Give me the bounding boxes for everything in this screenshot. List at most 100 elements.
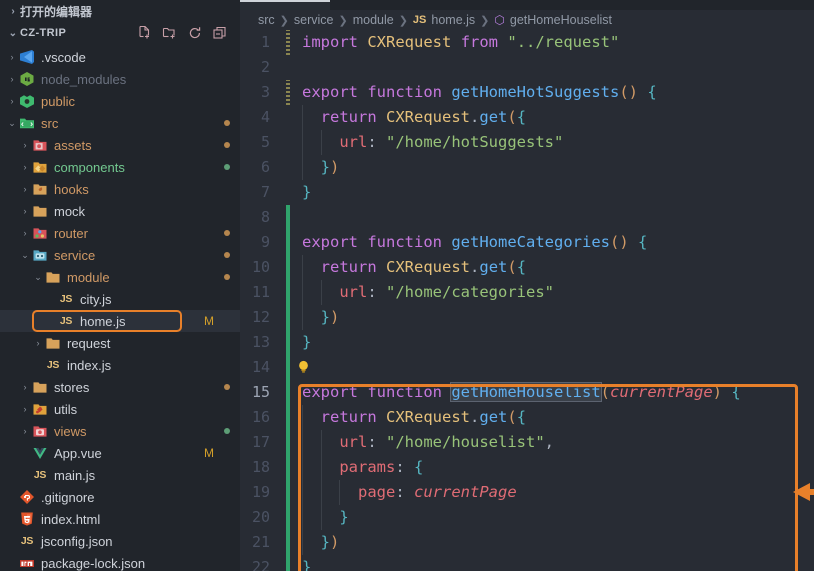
chevron-right-icon[interactable]: ›: [32, 332, 44, 354]
chevron-right-icon[interactable]: ›: [6, 90, 18, 112]
line-number: 6: [260, 158, 270, 176]
chevron-right-icon[interactable]: ›: [6, 68, 18, 90]
line-number: 8: [260, 208, 270, 226]
new-file-icon[interactable]: [137, 25, 153, 41]
code-editor[interactable]: 1 import CXRequest from "../request" 2 3 exp…: [240, 30, 814, 571]
tree-item-utils[interactable]: › utils: [0, 398, 240, 420]
line-number: 17: [251, 433, 270, 451]
collapse-all-icon[interactable]: [212, 25, 228, 41]
tree-item-label: index.html: [41, 511, 101, 527]
tree-item-index-html[interactable]: index.html: [0, 508, 240, 530]
chevron-right-icon[interactable]: ›: [6, 46, 18, 68]
chevron-right-icon[interactable]: ›: [19, 156, 31, 178]
tree-item-label: hooks: [54, 181, 89, 197]
code-line[interactable]: 22}: [240, 555, 814, 571]
chevron-down-icon[interactable]: ⌄: [19, 244, 31, 266]
line-number: 5: [260, 133, 270, 151]
tree-item-jsconfig-json[interactable]: JS jsconfig.json: [0, 530, 240, 552]
chevron-right-icon[interactable]: ›: [19, 178, 31, 200]
chevron-right-icon[interactable]: ›: [19, 376, 31, 398]
tree-item--vscode[interactable]: › .vscode: [0, 46, 240, 68]
code-line[interactable]: 12 }): [240, 305, 814, 330]
code-line[interactable]: 18 params: {: [240, 455, 814, 480]
code-line[interactable]: 17 url: "/home/houselist",: [240, 430, 814, 455]
chevron-right-icon[interactable]: ›: [6, 6, 20, 17]
code-line[interactable]: 1 import CXRequest from "../request": [240, 30, 814, 55]
code-text: return CXRequest.get({: [296, 255, 814, 280]
code-line[interactable]: 2: [240, 55, 814, 80]
code-line[interactable]: 7}: [240, 180, 814, 205]
breadcrumb-item[interactable]: service: [294, 13, 334, 27]
breadcrumb-separator-icon: ❯: [338, 14, 348, 27]
tree-item-index-js[interactable]: JS index.js: [0, 354, 240, 376]
lightbulb-quickfix-icon[interactable]: [297, 359, 310, 376]
html-file-icon: [18, 511, 36, 527]
chevron-right-icon[interactable]: ›: [19, 134, 31, 156]
code-line[interactable]: 16 return CXRequest.get({: [240, 405, 814, 430]
code-line[interactable]: 8: [240, 205, 814, 230]
code-text: }: [302, 333, 312, 351]
breadcrumb-item[interactable]: module: [353, 13, 394, 27]
vue-file-icon: [31, 445, 49, 461]
tree-item-package-lock-json[interactable]: package-lock.json: [0, 552, 240, 571]
code-line[interactable]: 13}: [240, 330, 814, 355]
chevron-down-icon[interactable]: ⌄: [32, 266, 44, 288]
project-root-section[interactable]: ⌄ CZ-TRIP: [0, 22, 240, 44]
tree-item-module[interactable]: ⌄ module: [0, 266, 240, 288]
chevron-right-icon[interactable]: ›: [19, 398, 31, 420]
tree-item-app-vue[interactable]: App.vue M: [0, 442, 240, 464]
tree-item-stores[interactable]: › stores: [0, 376, 240, 398]
line-number: 2: [260, 58, 270, 76]
chevron-down-icon[interactable]: ⌄: [6, 28, 20, 39]
code-line[interactable]: 5 url: "/home/hotSuggests": [240, 130, 814, 155]
tree-item-public[interactable]: › public: [0, 90, 240, 112]
tree-item-main-js[interactable]: JS main.js: [0, 464, 240, 486]
chevron-down-icon[interactable]: ⌄: [6, 112, 18, 134]
tree-item-components[interactable]: › components: [0, 156, 240, 178]
tree-item-assets[interactable]: › assets: [0, 134, 240, 156]
new-folder-icon[interactable]: [162, 25, 178, 41]
tree-item-router[interactable]: › router: [0, 222, 240, 244]
code-text: return CXRequest.get({: [296, 105, 814, 130]
code-line[interactable]: 3 export function getHomeHotSuggests() {: [240, 80, 814, 105]
tree-item-src[interactable]: ⌄ src: [0, 112, 240, 134]
code-text: url: "/home/hotSuggests": [296, 130, 814, 155]
npm-file-icon: [18, 555, 36, 571]
breadcrumb-item[interactable]: home.js: [431, 13, 475, 27]
gutter-modified-marker: [282, 80, 296, 105]
code-line[interactable]: 4 return CXRequest.get({: [240, 105, 814, 130]
breadcrumb-item[interactable]: src: [258, 13, 275, 27]
code-line[interactable]: 14: [240, 355, 814, 380]
tree-item-mock[interactable]: › mock: [0, 200, 240, 222]
line-number: 4: [260, 108, 270, 126]
gutter-added-marker: [282, 230, 296, 255]
tree-item-home-js[interactable]: JS home.js M: [0, 310, 240, 332]
chevron-right-icon[interactable]: ›: [19, 222, 31, 244]
code-line[interactable]: 21 }): [240, 530, 814, 555]
code-line[interactable]: 15 export function getHomeHouselist(curre…: [240, 380, 814, 405]
code-line[interactable]: 20 }: [240, 505, 814, 530]
gutter-modified-marker: [282, 30, 296, 55]
line-number: 21: [251, 533, 270, 551]
code-line[interactable]: 6 }): [240, 155, 814, 180]
tree-item-hooks[interactable]: › hooks: [0, 178, 240, 200]
code-line[interactable]: 11 url: "/home/categories": [240, 280, 814, 305]
line-number: 11: [251, 283, 270, 301]
tree-item-views[interactable]: › views: [0, 420, 240, 442]
tree-item-city-js[interactable]: JS city.js: [0, 288, 240, 310]
code-line[interactable]: 10 return CXRequest.get({: [240, 255, 814, 280]
open-editors-section[interactable]: › 打开的编辑器: [0, 0, 240, 22]
chevron-right-icon[interactable]: ›: [19, 420, 31, 442]
tree-item-service[interactable]: ⌄ service: [0, 244, 240, 266]
refresh-icon[interactable]: [187, 25, 203, 41]
code-line[interactable]: 19 page: currentPage: [240, 480, 814, 505]
code-line[interactable]: 9 export function getHomeCategories() {: [240, 230, 814, 255]
breadcrumb-item[interactable]: getHomeHouselist: [510, 13, 612, 27]
tree-item-request[interactable]: › request: [0, 332, 240, 354]
tree-item--gitignore[interactable]: .gitignore: [0, 486, 240, 508]
tree-item-node_modules[interactable]: › node_modules: [0, 68, 240, 90]
chevron-right-icon[interactable]: ›: [19, 200, 31, 222]
gutter-added-marker: [282, 505, 296, 530]
tab-home-js[interactable]: [240, 0, 330, 10]
tree-item-label: stores: [54, 379, 90, 395]
